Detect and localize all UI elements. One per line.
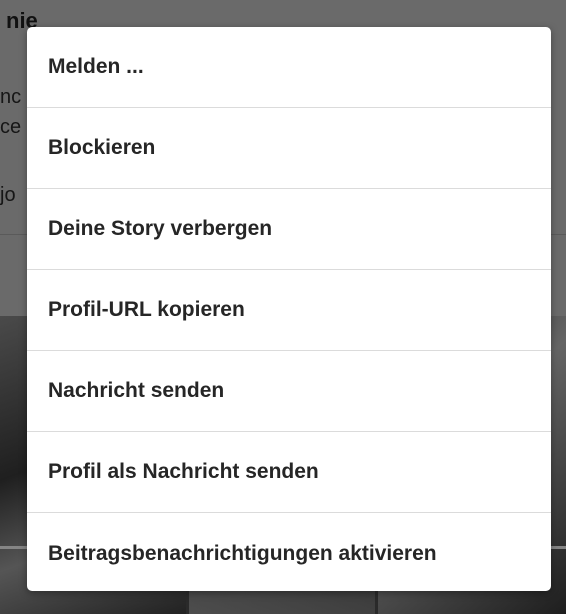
menu-item-share-profile[interactable]: Profil als Nachricht senden — [27, 432, 551, 513]
menu-item-send-message[interactable]: Nachricht senden — [27, 351, 551, 432]
menu-item-label: Profil-URL kopieren — [48, 298, 245, 321]
menu-item-label: Profil als Nachricht senden — [48, 460, 319, 483]
menu-item-copy-profile-url[interactable]: Profil-URL kopieren — [27, 270, 551, 351]
background-text-fragment: ce — [0, 116, 22, 138]
menu-item-enable-post-notifications[interactable]: Beitragsbenachrichtigungen aktivieren — [27, 513, 551, 591]
background-text-fragment: jo — [0, 184, 16, 206]
menu-item-block[interactable]: Blockieren — [27, 108, 551, 189]
profile-options-dialog: Melden ... Blockieren Deine Story verber… — [27, 27, 551, 591]
menu-item-label: Blockieren — [48, 136, 156, 159]
background-text-fragment: nc — [0, 86, 22, 108]
menu-item-report[interactable]: Melden ... — [27, 27, 551, 108]
menu-item-label: Melden ... — [48, 55, 144, 78]
menu-item-label: Deine Story verbergen — [48, 217, 273, 240]
menu-item-hide-story[interactable]: Deine Story verbergen — [27, 189, 551, 270]
menu-item-label: Nachricht senden — [48, 379, 225, 402]
menu-item-label: Beitragsbenachrichtigungen aktivieren — [48, 541, 437, 565]
